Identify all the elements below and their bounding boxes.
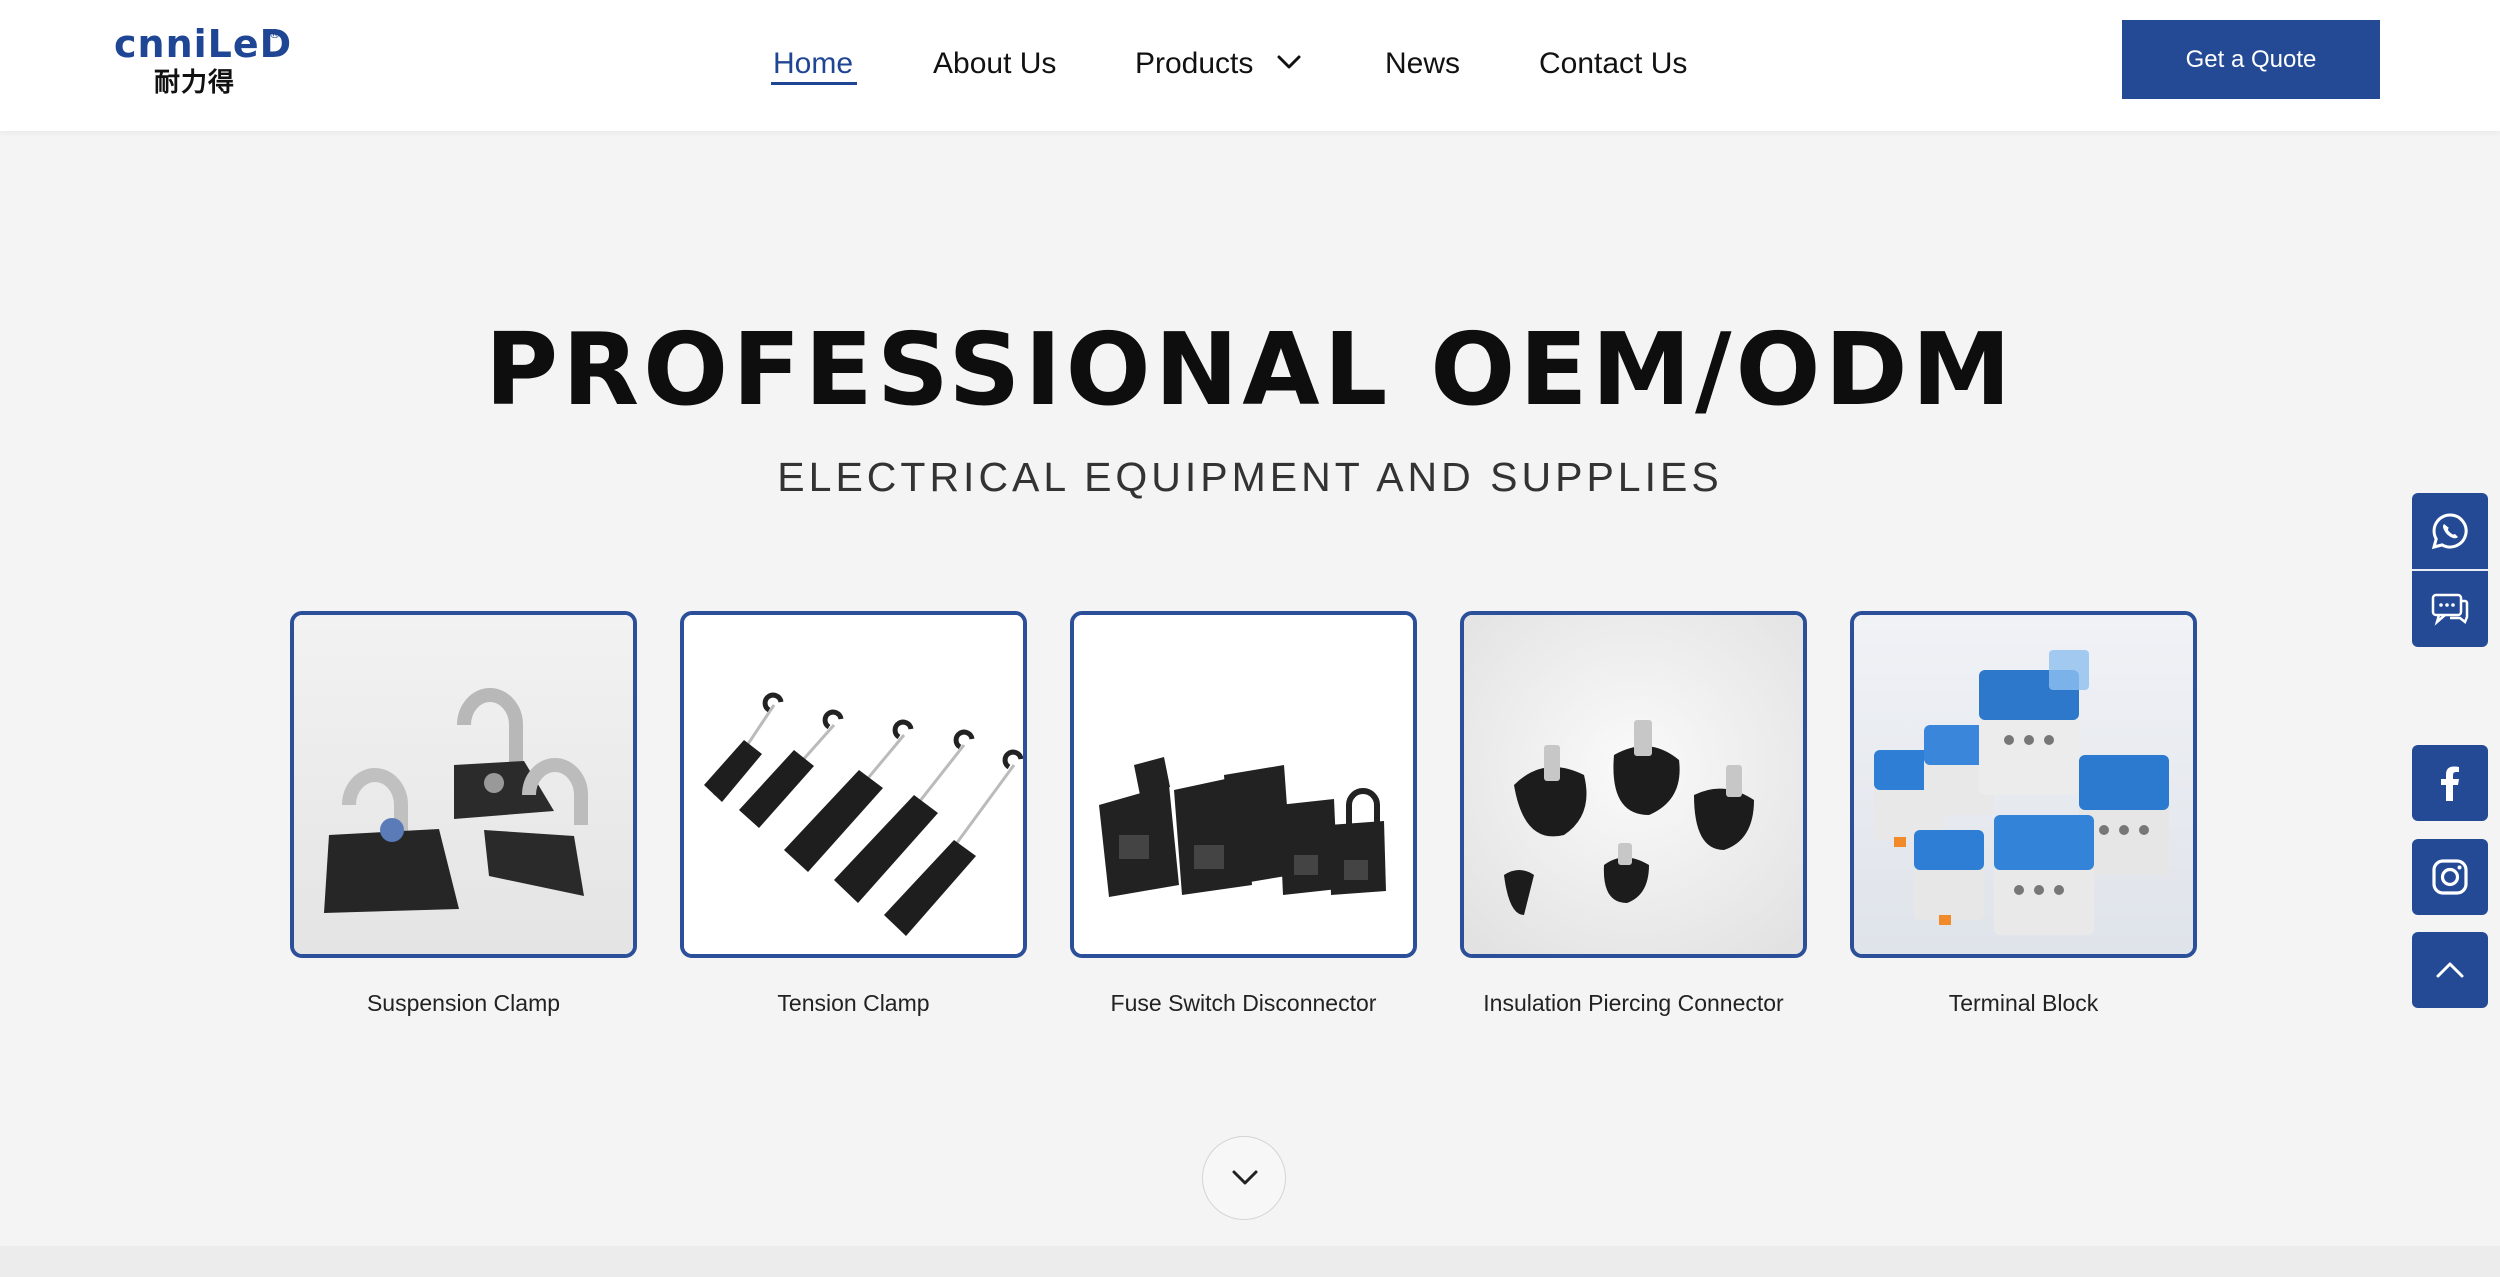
hero-subtitle: ELECTRICAL EQUIPMENT AND SUPPLIES [777, 454, 1723, 500]
product-label-insulation-piercing-connector[interactable]: Insulation Piercing Connector [1460, 988, 1807, 1018]
next-section-edge [0, 1246, 2500, 1277]
product-label-tension-clamp[interactable]: Tension Clamp [680, 988, 1027, 1018]
whatsapp-icon [2431, 513, 2468, 550]
nav-item-news[interactable]: News [1385, 44, 1460, 84]
fuse-switch-disconnector-image [1074, 615, 1413, 954]
nav-item-home[interactable]: Home [773, 44, 853, 84]
instagram-button[interactable] [2412, 839, 2488, 915]
product-label-suspension-clamp[interactable]: Suspension Clamp [290, 988, 637, 1018]
nav-item-about-us[interactable]: About Us [933, 44, 1056, 84]
back-to-top-button[interactable] [2412, 932, 2488, 1008]
chevron-down-icon [1232, 1170, 1258, 1185]
contact-float-group [2412, 493, 2488, 647]
site-header: cnniLeD ® 耐力得 Home About Us Products New… [0, 0, 2500, 131]
facebook-button[interactable] [2412, 745, 2488, 821]
nav-item-products[interactable]: Products [1135, 44, 1253, 84]
product-label-fuse-switch-disconnector[interactable]: Fuse Switch Disconnector [1070, 988, 1417, 1018]
instagram-icon [2432, 859, 2468, 895]
insulation-piercing-connector-image [1464, 615, 1803, 954]
tension-clamp-image [684, 615, 1023, 954]
nav-active-underline [771, 82, 857, 85]
terminal-block-image [1854, 615, 2193, 954]
suspension-clamp-image [294, 615, 633, 954]
scroll-down-button[interactable] [1202, 1136, 1286, 1220]
get-a-quote-button[interactable]: Get a Quote [2122, 20, 2380, 99]
product-card-fuse-switch-disconnector[interactable] [1070, 611, 1417, 958]
product-card-suspension-clamp[interactable] [290, 611, 637, 958]
hero-title: PROFESSIONAL OEM/ODM [484, 311, 2016, 428]
chevron-down-icon[interactable] [1276, 52, 1302, 72]
back-to-top-icon [2436, 962, 2464, 978]
facebook-icon [2441, 766, 2459, 801]
nav-item-contact-us[interactable]: Contact Us [1539, 44, 1687, 84]
chat-button[interactable] [2412, 571, 2488, 647]
product-card-insulation-piercing-connector[interactable] [1460, 611, 1807, 958]
product-card-tension-clamp[interactable] [680, 611, 1027, 958]
product-card-terminal-block[interactable] [1850, 611, 2197, 958]
chat-icon [2431, 593, 2469, 626]
product-label-terminal-block[interactable]: Terminal Block [1850, 988, 2197, 1018]
whatsapp-button[interactable] [2412, 493, 2488, 569]
